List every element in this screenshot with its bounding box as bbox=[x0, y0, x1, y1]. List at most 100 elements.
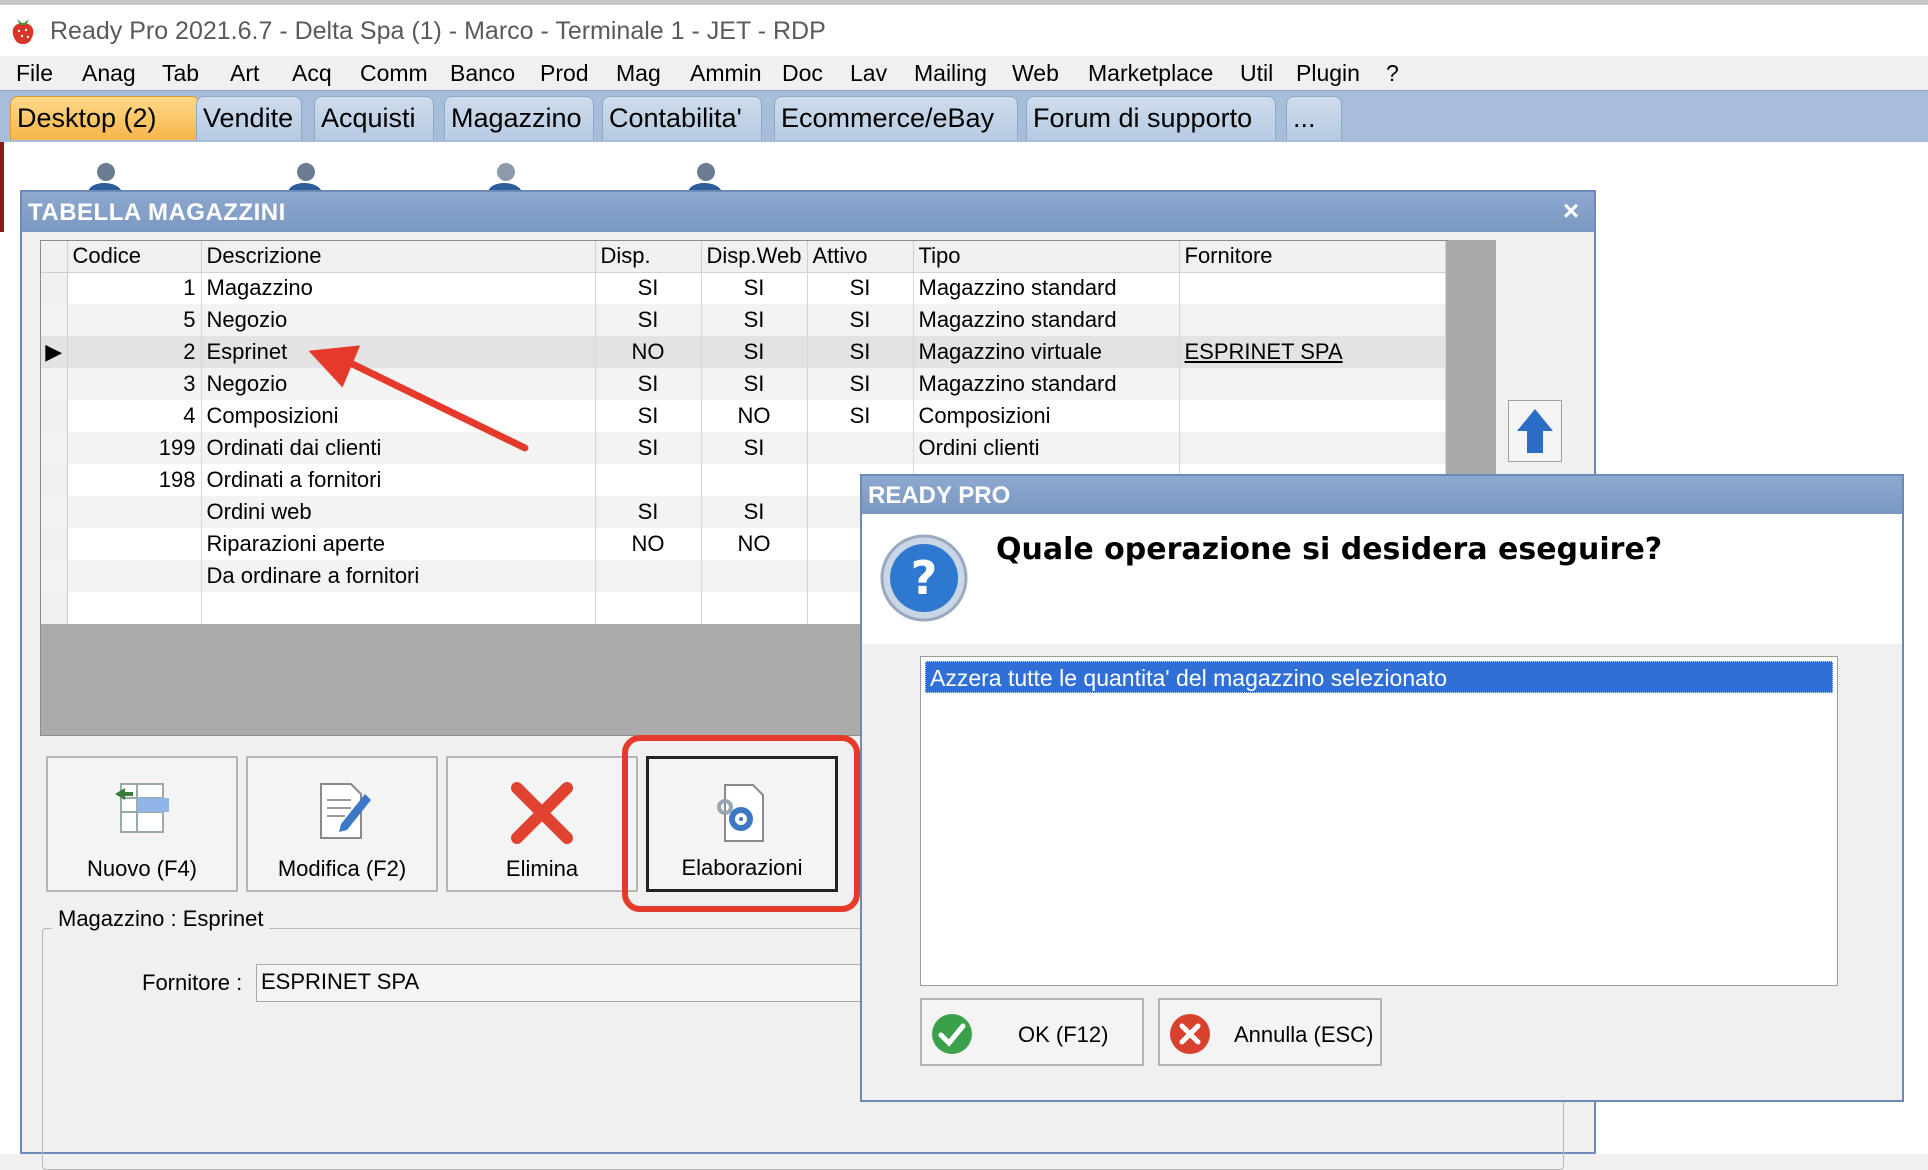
row-indicator[interactable] bbox=[41, 400, 68, 432]
row-indicator[interactable] bbox=[41, 368, 68, 400]
dialog-question: Quale operazione si desidera eseguire? bbox=[996, 532, 1663, 567]
cell-codice bbox=[67, 560, 202, 592]
col-attivo[interactable]: Attivo bbox=[807, 241, 914, 273]
ok-button[interactable]: OK (F12) bbox=[920, 998, 1144, 1066]
col-tipo[interactable]: Tipo bbox=[913, 241, 1180, 273]
groupbox-label: Magazzino : Esprinet bbox=[52, 906, 270, 932]
cancel-icon bbox=[1170, 1014, 1210, 1054]
cell-disp bbox=[595, 592, 702, 624]
annulla-label: Annulla (ESC) bbox=[1234, 1022, 1374, 1047]
menu-item[interactable]: Acq bbox=[292, 60, 332, 87]
operation-option[interactable]: Azzera tutte le quantita' del magazzino … bbox=[925, 661, 1833, 693]
tab-item[interactable]: Contabilita' bbox=[602, 96, 762, 140]
table-row[interactable]: 199 Ordinati dai clienti SI SI Ordini client… bbox=[41, 432, 1446, 464]
fornitore-label: Fornitore : bbox=[142, 970, 243, 995]
row-indicator[interactable] bbox=[41, 304, 68, 336]
cell-dispweb: NO bbox=[701, 528, 808, 560]
menu-item[interactable]: Prod bbox=[540, 60, 589, 87]
cell-descrizione: Riparazioni aperte bbox=[201, 528, 596, 560]
user-icon[interactable] bbox=[482, 160, 526, 192]
row-indicator[interactable] bbox=[41, 528, 68, 560]
user-icon[interactable] bbox=[682, 160, 726, 192]
nuovo-button[interactable]: Nuovo (F4) bbox=[46, 756, 238, 892]
cell-tipo: Composizioni bbox=[913, 400, 1180, 432]
menu-item[interactable]: Doc bbox=[782, 60, 823, 87]
row-indicator[interactable] bbox=[41, 432, 68, 464]
user-icon[interactable] bbox=[282, 160, 326, 192]
annulla-button[interactable]: Annulla (ESC) bbox=[1158, 998, 1382, 1066]
tab-item[interactable]: Acquisti bbox=[314, 96, 434, 140]
menu-item[interactable]: Plugin bbox=[1296, 60, 1360, 87]
row-indicator[interactable]: ▶ bbox=[41, 336, 68, 368]
modifica-button[interactable]: Modifica (F2) bbox=[246, 756, 438, 892]
cell-dispweb: SI bbox=[701, 432, 808, 464]
operations-list[interactable]: Azzera tutte le quantita' del magazzino … bbox=[920, 656, 1838, 986]
tab-item[interactable]: Forum di supporto bbox=[1026, 96, 1276, 140]
table-row[interactable]: 3 Negozio SI SI SI Magazzino standard bbox=[41, 368, 1446, 400]
menu-item[interactable]: File bbox=[16, 60, 53, 87]
cell-dispweb bbox=[701, 464, 808, 496]
cell-disp: SI bbox=[595, 368, 702, 400]
cell-codice: 2 bbox=[67, 336, 202, 368]
strawberry-app-icon bbox=[12, 19, 34, 44]
row-indicator[interactable] bbox=[41, 464, 68, 496]
cell-disp bbox=[595, 560, 702, 592]
cell-fornitore bbox=[1179, 304, 1446, 336]
cell-tipo: Magazzino virtuale bbox=[913, 336, 1180, 368]
window-titlebar: Ready Pro 2021.6.7 - Delta Spa (1) - Mar… bbox=[0, 0, 1928, 56]
row-indicator[interactable] bbox=[41, 496, 68, 528]
col-disp[interactable]: Disp. bbox=[595, 241, 702, 273]
table-row[interactable]: 1 Magazzino SI SI SI Magazzino standard bbox=[41, 272, 1446, 304]
menu-item[interactable]: ? bbox=[1386, 60, 1399, 87]
cell-tipo: Ordini clienti bbox=[913, 432, 1180, 464]
table-row[interactable]: 5 Negozio SI SI SI Magazzino standard bbox=[41, 304, 1446, 336]
cell-disp: SI bbox=[595, 272, 702, 304]
cell-dispweb: SI bbox=[701, 368, 808, 400]
col-fornitore[interactable]: Fornitore bbox=[1179, 241, 1446, 273]
cell-codice: 5 bbox=[67, 304, 202, 336]
menu-item[interactable]: Banco bbox=[450, 60, 515, 87]
cell-descrizione: Ordini web bbox=[201, 496, 596, 528]
tab-item[interactable]: Desktop (2) bbox=[10, 96, 200, 140]
cell-descrizione: Negozio bbox=[201, 304, 596, 336]
menu-item[interactable]: Lav bbox=[850, 60, 887, 87]
cell-descrizione bbox=[201, 592, 596, 624]
tab-item[interactable]: Vendite bbox=[196, 96, 302, 140]
row-indicator[interactable] bbox=[41, 560, 68, 592]
move-up-button[interactable] bbox=[1508, 400, 1562, 462]
cell-fornitore bbox=[1179, 272, 1446, 304]
ok-label: OK (F12) bbox=[1018, 1022, 1109, 1047]
menu-item[interactable]: Comm bbox=[360, 60, 428, 87]
dialog-header: ? Quale operazione si desidera eseguire? bbox=[862, 514, 1902, 644]
menu-item[interactable]: Ammin bbox=[690, 60, 762, 87]
new-record-icon bbox=[115, 783, 169, 833]
tab-item[interactable]: Magazzino bbox=[444, 96, 594, 140]
menu-item[interactable]: Web bbox=[1012, 60, 1059, 87]
menu-item[interactable]: Anag bbox=[82, 60, 136, 87]
menu-item[interactable]: Mag bbox=[616, 60, 661, 87]
col-descrizione[interactable]: Descrizione bbox=[201, 241, 596, 273]
tab-item[interactable]: Ecommerce/eBay bbox=[774, 96, 1018, 140]
user-icon[interactable] bbox=[82, 160, 126, 192]
menu-item[interactable]: Mailing bbox=[914, 60, 987, 87]
row-indicator[interactable] bbox=[41, 592, 68, 624]
elimina-label: Elimina bbox=[505, 856, 579, 881]
cell-attivo: SI bbox=[807, 400, 914, 432]
tab-bar: Desktop (2) Vendite Acquisti Magazzino Conta… bbox=[0, 90, 1928, 143]
col-codice[interactable]: Codice bbox=[67, 241, 202, 273]
edit-document-icon bbox=[320, 783, 371, 839]
tab-item[interactable]: ... bbox=[1286, 96, 1342, 140]
menu-item[interactable]: Tab bbox=[162, 60, 199, 87]
cell-attivo: SI bbox=[807, 336, 914, 368]
menu-item[interactable]: Marketplace bbox=[1088, 60, 1213, 87]
menu-item[interactable]: Util bbox=[1240, 60, 1273, 87]
table-row[interactable]: 4 Composizioni SI NO SI Composizioni bbox=[41, 400, 1446, 432]
close-icon[interactable]: × bbox=[1558, 197, 1584, 225]
table-row[interactable]: ▶ 2 Esprinet NO SI SI Magazzino virtuale ESPRIN… bbox=[41, 336, 1446, 368]
col-dispweb[interactable]: Disp.Web bbox=[701, 241, 808, 273]
elimina-button[interactable]: Elimina bbox=[446, 756, 638, 892]
menu-item[interactable]: Art bbox=[230, 60, 259, 87]
cell-attivo: SI bbox=[807, 304, 914, 336]
fornitore-field[interactable]: ESPRINET SPA bbox=[256, 964, 896, 1002]
row-indicator[interactable] bbox=[41, 272, 68, 304]
